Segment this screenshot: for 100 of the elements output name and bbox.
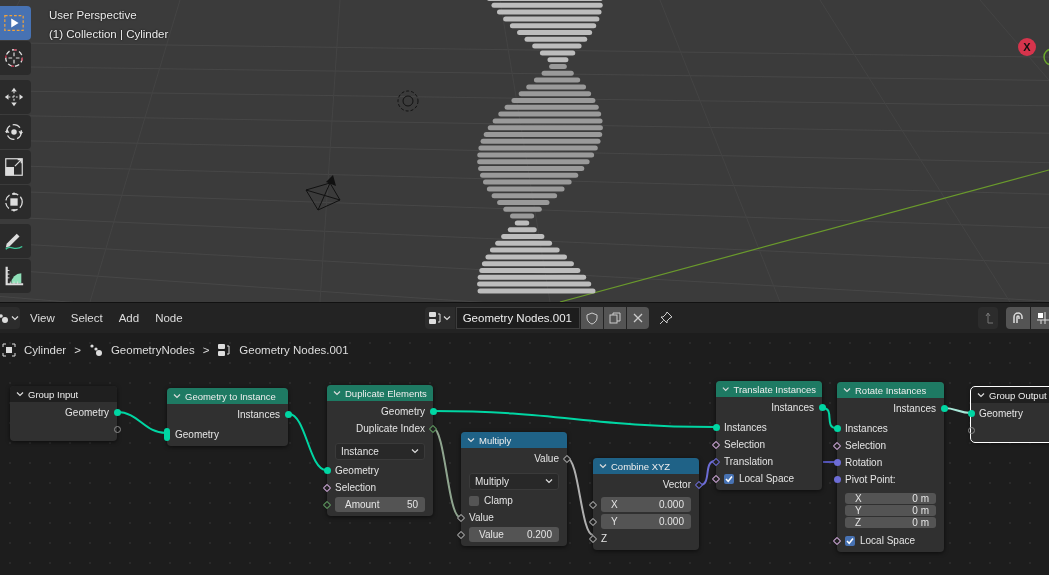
socket-label: Instances — [771, 402, 814, 413]
socket-label: Rotation — [845, 457, 883, 468]
menu-item[interactable]: View — [24, 310, 61, 326]
checkbox-label: Local Space — [739, 473, 795, 484]
socket-label: Geometry — [381, 406, 425, 417]
ruler-icon — [3, 265, 25, 287]
parent-node-tree-button[interactable] — [978, 307, 998, 329]
dropdown[interactable]: Instance — [335, 442, 425, 460]
x-axis-gizmo[interactable]: X — [1018, 38, 1036, 56]
menu-item[interactable]: Add — [112, 310, 146, 326]
rotate-icon — [3, 121, 25, 143]
node-header[interactable]: Translate Instances — [716, 381, 822, 397]
close-button[interactable] — [626, 307, 649, 329]
socket-label: Pivot Point: — [845, 474, 896, 485]
socket-label: Translation — [724, 456, 774, 467]
tool-button[interactable] — [0, 150, 31, 184]
node-header[interactable]: Multiply — [461, 432, 567, 448]
tool-button[interactable] — [0, 224, 31, 258]
fake-user-button[interactable] — [580, 307, 603, 329]
collapse-icon — [722, 386, 730, 392]
node-header[interactable]: Group Input — [10, 386, 117, 402]
socket-label: Instances — [237, 409, 280, 420]
chevron-icon — [10, 315, 19, 321]
checkbox[interactable] — [469, 495, 479, 506]
node-title: Geometry to Instance — [185, 390, 276, 402]
vector-component-field[interactable]: Z 0 m — [845, 516, 936, 528]
socket-label: Value — [534, 453, 559, 464]
breadcrumb[interactable]: Geometry Nodes.001 — [239, 344, 349, 356]
node-header[interactable]: Rotate Instances — [837, 382, 944, 398]
socket[interactable] — [712, 424, 720, 431]
node-tree-name-field[interactable]: Geometry Nodes.001 — [455, 307, 580, 329]
node-header[interactable]: Combine XYZ — [593, 458, 699, 474]
socket-label: Vector — [662, 479, 691, 490]
checkbox[interactable] — [724, 473, 734, 484]
checkbox[interactable] — [845, 535, 855, 546]
tool-button[interactable] — [0, 185, 31, 219]
breadcrumb[interactable]: Cylinder — [24, 344, 67, 356]
chevron-icon — [443, 315, 452, 321]
node-header[interactable]: Duplicate Elements — [327, 385, 433, 401]
tool-button[interactable] — [0, 115, 31, 149]
number-field[interactable]: Amount 50 — [335, 497, 425, 512]
node-body[interactable]: Group Output Geometry — [971, 387, 1049, 442]
editor-type-button[interactable] — [0, 307, 20, 329]
snap-button[interactable] — [1006, 307, 1030, 329]
collapse-icon — [16, 391, 24, 397]
cursor-icon — [3, 47, 25, 69]
breadcrumb-separator: > — [74, 344, 81, 356]
collapse-icon — [977, 392, 985, 398]
socket[interactable] — [284, 411, 292, 418]
node-title: Translate Instances — [733, 383, 816, 395]
socket[interactable] — [323, 467, 331, 474]
socket[interactable] — [940, 405, 948, 412]
browse-button[interactable] — [424, 307, 455, 329]
pin-icon — [658, 311, 673, 325]
tool-button[interactable] — [0, 41, 31, 75]
number-field[interactable]: Value 0.200 — [469, 527, 559, 542]
node-title: Group Input — [28, 388, 79, 400]
dropdown[interactable]: Multiply — [469, 472, 559, 490]
menu-item[interactable]: Select — [64, 310, 109, 326]
socket[interactable] — [429, 408, 437, 415]
y-axis-gizmo[interactable] — [1043, 48, 1049, 66]
collapse-icon — [843, 387, 851, 393]
tool-button[interactable] — [0, 259, 31, 293]
context-info: (1) Collection | Cylinder — [49, 27, 169, 42]
menu-item[interactable]: Node — [149, 310, 189, 326]
select-box-icon — [3, 12, 25, 34]
checkbox-label: Local Space — [860, 535, 916, 546]
socket-label: Geometry — [979, 408, 1023, 419]
geometry-nodes-icon — [88, 343, 103, 357]
number-field[interactable]: Y 0.000 — [601, 514, 691, 529]
snap-grid-icon — [1036, 311, 1049, 325]
socket-label: Geometry — [65, 407, 109, 418]
magnet-icon — [1011, 311, 1025, 325]
duplicate-button[interactable] — [603, 307, 626, 329]
snap-mode-button[interactable] — [1031, 307, 1049, 329]
number-field[interactable]: X 0.000 — [601, 497, 691, 512]
collapse-icon — [599, 463, 607, 469]
vector-component-field[interactable]: X 0 m — [845, 492, 936, 504]
chevron-icon — [411, 448, 419, 454]
socket-label: Z — [601, 533, 608, 544]
multi-input-socket[interactable] — [164, 428, 170, 441]
socket[interactable] — [833, 425, 841, 432]
view-name: User Perspective — [49, 8, 138, 23]
transform-icon — [3, 191, 25, 213]
vector-component-field[interactable]: Y 0 m — [845, 504, 936, 516]
node-title: Combine XYZ — [611, 460, 671, 472]
node-tree-icon — [217, 343, 232, 357]
socket[interactable] — [818, 404, 826, 411]
node-header[interactable]: Group Output — [971, 387, 1049, 403]
node-title: Group Output — [989, 389, 1047, 401]
socket[interactable] — [113, 409, 121, 416]
breadcrumb[interactable]: GeometryNodes — [110, 344, 195, 356]
socket[interactable] — [967, 410, 975, 417]
close-icon — [632, 313, 643, 323]
node-title: Duplicate Elements — [345, 387, 427, 399]
empty-drawing — [397, 90, 419, 112]
socket-label: Instances — [724, 422, 767, 433]
socket-label: Geometry — [335, 465, 379, 476]
node-header[interactable]: Geometry to Instance — [167, 388, 288, 404]
tool-button[interactable] — [0, 80, 31, 114]
